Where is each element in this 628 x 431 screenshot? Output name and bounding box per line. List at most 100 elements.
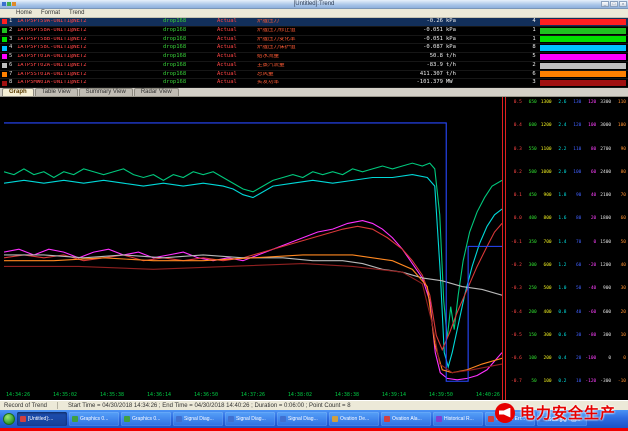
time-tick: 14:34:26 — [6, 392, 30, 398]
drop-name: drop168 — [163, 72, 217, 78]
menu-bar: Home Format Trend — [0, 9, 628, 18]
axis-tick: -100 — [582, 357, 596, 362]
table-row[interactable]: 11ATP5PT59A-UNIT1@NET2drop168Actual炉膛压力-… — [0, 18, 628, 27]
taskbar-button[interactable]: Graphics 0... — [121, 412, 171, 426]
axis-tick: 10 — [568, 380, 582, 385]
series-legend-bar — [540, 80, 626, 86]
axis-tick: 2700 — [597, 148, 611, 153]
trend-plot[interactable]: 14:34:2614:35:0214:35:3814:36:1414:36:50… — [4, 100, 502, 400]
axis-tick: 60 — [568, 264, 582, 269]
tab-table-view[interactable]: Table View — [35, 88, 78, 96]
status-times: Start Time = 04/30/2018 14:34:26 ; End T… — [68, 403, 351, 409]
axis-tick: -0.7 — [508, 380, 522, 385]
axis-column-feedwater-flow: 65060055050045040035030025020015010050 — [523, 101, 537, 385]
value-mode: Actual — [217, 28, 257, 34]
value-axes: 0.50.40.30.20.10.0-0.1-0.2-0.3-0.4-0.5-0… — [502, 97, 628, 400]
signal-unit: kPa — [443, 19, 473, 25]
axis-tick: 3000 — [597, 124, 611, 129]
save-icon[interactable] — [7, 2, 11, 6]
maximize-button[interactable]: □ — [610, 1, 618, 7]
trend-application-window: [Untitled]:Trend _ □ × HomeFormatTrend 1… — [0, 0, 628, 431]
table-row[interactable]: 21ATP5PT58A-UNIT1@NET2drop168Actual炉膛压力修… — [0, 27, 628, 36]
watermark-text: 电力安全生产 — [520, 402, 616, 423]
table-row[interactable]: 41ATP5PT58C-UNIT1@NET2drop168Actual炉膛压力保… — [0, 44, 628, 53]
axis-tick: -0.4 — [508, 311, 522, 316]
axis-column-load: 1101009080706050403020100-10 — [612, 101, 626, 385]
table-row[interactable]: 71ATP5ST01A-UNIT1@NET2drop168Actual总风量41… — [0, 71, 628, 80]
axis-tick: 1.2 — [553, 264, 567, 269]
start-button[interactable] — [3, 413, 15, 425]
signal-description: 总风量 — [257, 72, 385, 78]
signal-value: -0.26 — [385, 19, 443, 25]
tab-summary-view[interactable]: Summary View — [79, 88, 133, 96]
axis-tick: 100 — [568, 171, 582, 176]
taskbar-button[interactable]: [Untitled]:... — [17, 412, 67, 426]
menu-item-trend[interactable]: Trend — [69, 10, 84, 16]
taskbar-button[interactable]: Historical R... — [433, 412, 483, 426]
axis-tick: 90 — [612, 148, 626, 153]
axis-tick: 20 — [582, 217, 596, 222]
table-row[interactable]: 51ATP5FT01A-UNIT1@NET2drop168Actual给水流量5… — [0, 53, 628, 62]
axis-number: 5 — [528, 54, 540, 60]
axis-tick: 40 — [582, 194, 596, 199]
tab-radar-view[interactable]: Radar View — [134, 88, 179, 96]
axis-tick: 3300 — [597, 101, 611, 106]
axis-tick: 20 — [612, 311, 626, 316]
axis-column-speed: 3300300027002400210018001500120090060030… — [597, 101, 611, 385]
axis-number: 4 — [528, 19, 540, 25]
axis-tick: -60 — [582, 311, 596, 316]
axis-tick: 600 — [597, 311, 611, 316]
axis-number: 8 — [528, 45, 540, 51]
menu-item-format[interactable]: Format — [41, 10, 60, 16]
axis-tick: 70 — [612, 194, 626, 199]
axis-tick: 1300 — [538, 101, 552, 106]
axis-tick: 0 — [612, 357, 626, 362]
series-color-chip — [2, 28, 7, 33]
axis-tick: 900 — [597, 287, 611, 292]
undo-icon[interactable] — [12, 2, 16, 6]
trend-line-steam-flow — [4, 175, 502, 367]
taskbar-app-icon — [176, 416, 182, 422]
drop-name: drop168 — [163, 19, 217, 25]
menu-item-home[interactable]: Home — [16, 10, 32, 16]
axis-tick: 2.0 — [553, 171, 567, 176]
taskbar-button[interactable]: Ovation De... — [329, 412, 379, 426]
axis-number: 1 — [528, 28, 540, 34]
time-axis: 14:34:2614:35:0214:35:3814:36:1414:36:50… — [6, 392, 500, 398]
axis-tick: 30 — [568, 334, 582, 339]
axis-tick: 2.6 — [553, 101, 567, 106]
axis-tick: 130 — [568, 101, 582, 106]
taskbar-button[interactable]: Signal Diag... — [277, 412, 327, 426]
table-row[interactable]: 31ATP5PT58B-UNIT1@NET2drop168Actual炉膛压力变… — [0, 36, 628, 45]
series-color-chip — [2, 19, 7, 24]
taskbar-button[interactable]: Signal Diag... — [225, 412, 275, 426]
axis-tick: 30 — [612, 287, 626, 292]
axis-tick: 0.4 — [508, 124, 522, 129]
minimize-button[interactable]: _ — [601, 1, 609, 7]
series-legend-bar — [540, 28, 626, 34]
axis-tick: -300 — [597, 380, 611, 385]
close-button[interactable]: × — [619, 1, 627, 7]
taskbar-button-label: Ovation Ala... — [392, 416, 422, 422]
table-row[interactable]: 81ATP5MW01A-UNIT1@NET2drop168Actual实发功率-… — [0, 79, 628, 88]
series-legend-bar — [540, 45, 626, 51]
axis-tick: 0.1 — [508, 194, 522, 199]
taskbar-button[interactable]: Graphics 0... — [69, 412, 119, 426]
axis-tick: 110 — [568, 148, 582, 153]
axis-tick: 1200 — [597, 264, 611, 269]
tab-graph[interactable]: Graph — [2, 88, 34, 96]
axis-tick: 90 — [568, 194, 582, 199]
megaphone-icon — [495, 403, 515, 423]
table-row[interactable]: 61ATP5FT02A-UNIT1@NET2drop168Actual主蒸汽流量… — [0, 62, 628, 71]
taskbar-button[interactable]: Ovation Ala... — [381, 412, 431, 426]
trend-line-coal-flow — [4, 264, 502, 373]
time-tick: 14:39:50 — [429, 392, 453, 398]
signal-description: 实发功率 — [257, 80, 385, 86]
taskbar-app-icon — [488, 416, 494, 422]
signal-value: -0.051 — [385, 37, 443, 43]
taskbar-button[interactable]: Signal Diag... — [173, 412, 223, 426]
signal-unit: t/h — [443, 63, 473, 69]
axis-tick: 600 — [523, 124, 537, 129]
axis-tick: 1.6 — [553, 217, 567, 222]
quick-access-icons — [2, 2, 16, 6]
